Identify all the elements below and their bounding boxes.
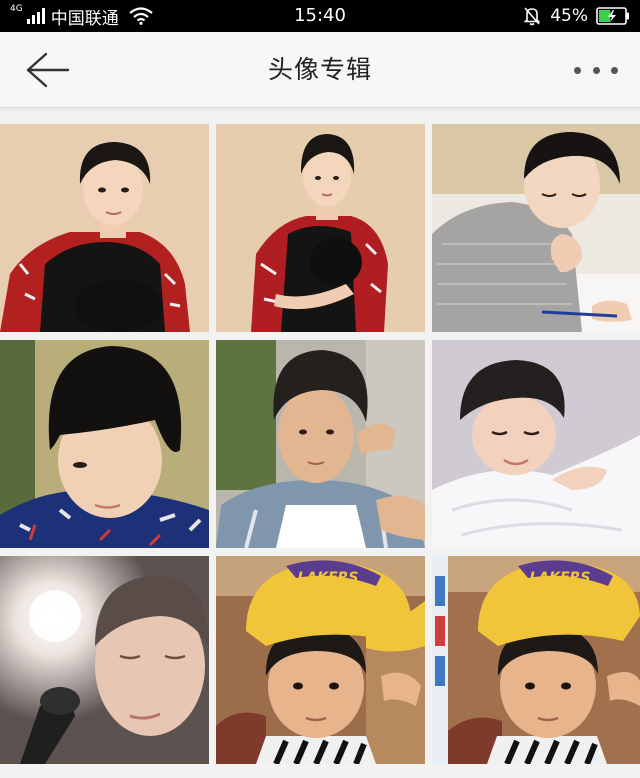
mute-bell-icon bbox=[523, 7, 541, 26]
avatar-photo-6[interactable] bbox=[432, 340, 640, 548]
cap-logo-text: LAKERS bbox=[297, 570, 358, 586]
avatar-image: LAKERS bbox=[432, 556, 640, 764]
avatar-photo-9[interactable]: LAKERS bbox=[432, 556, 640, 764]
status-right: 45% bbox=[522, 0, 630, 32]
avatar-photo-5[interactable] bbox=[216, 340, 425, 548]
avatar-image bbox=[0, 124, 209, 332]
avatar-image bbox=[432, 340, 640, 548]
more-dots-icon[interactable] bbox=[574, 58, 618, 82]
avatar-image bbox=[216, 124, 425, 332]
battery-icon bbox=[596, 7, 629, 25]
avatar-photo-4[interactable] bbox=[0, 340, 209, 548]
avatar-photo-2[interactable] bbox=[216, 124, 425, 332]
avatar-photo-7[interactable] bbox=[0, 556, 209, 764]
battery-fill bbox=[599, 10, 611, 22]
avatar-photo-3[interactable] bbox=[432, 124, 640, 332]
cap-logo-text: LAKERS bbox=[529, 570, 590, 586]
avatar-image bbox=[0, 556, 209, 764]
avatar-image bbox=[432, 124, 640, 332]
page-title: 头像专辑 bbox=[267, 55, 372, 84]
battery-percent: 45% bbox=[550, 6, 588, 26]
avatar-image: LAKERS bbox=[216, 556, 425, 764]
avatar-photo-8[interactable]: LAKERS bbox=[216, 556, 425, 764]
photo-grid: LAKERS LAKERS bbox=[0, 124, 640, 778]
avatar-photo-1[interactable] bbox=[0, 124, 209, 332]
avatar-image bbox=[0, 340, 209, 548]
nav-bar: 头像专辑 bbox=[0, 32, 640, 108]
avatar-image bbox=[216, 340, 425, 548]
status-bar: 4G 中国联通 15:40 45% bbox=[0, 0, 640, 32]
